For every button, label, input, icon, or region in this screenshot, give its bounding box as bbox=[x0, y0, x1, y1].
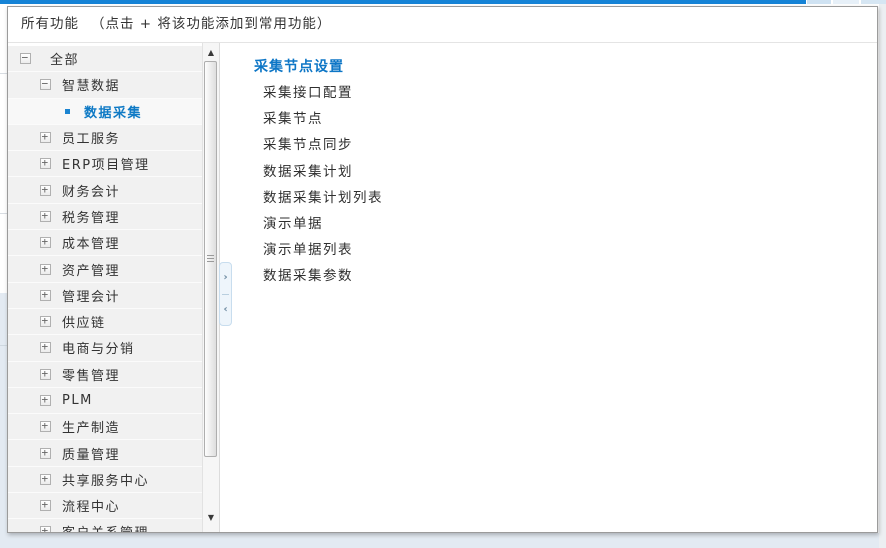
background-divider bbox=[0, 345, 7, 346]
expand-toggle-icon[interactable]: + bbox=[40, 211, 51, 222]
tree-scrollbar[interactable]: ▲ ▼ bbox=[202, 43, 219, 532]
tree-item-label: 生产制造 bbox=[62, 417, 120, 436]
expand-toggle-icon[interactable]: + bbox=[40, 132, 51, 143]
tree-item-label: 数据采集 bbox=[84, 102, 142, 121]
scroll-thumb[interactable] bbox=[204, 61, 217, 457]
tree-item-label: 共享服务中心 bbox=[62, 470, 149, 489]
feature-list: 采集接口配置采集节点采集节点同步数据采集计划数据采集计划列表演示单据演示单据列表… bbox=[254, 80, 857, 290]
tree-item[interactable]: − 智慧数据 bbox=[8, 72, 202, 98]
expand-toggle-icon[interactable]: + bbox=[40, 342, 51, 353]
tree-item-label: 全部 bbox=[50, 49, 79, 68]
tree-item[interactable]: + 资产管理 bbox=[8, 256, 202, 282]
tree-item[interactable]: + 客户关系管理 bbox=[8, 519, 202, 532]
feature-link[interactable]: 演示单据 bbox=[254, 211, 857, 237]
feature-link[interactable]: 演示单据列表 bbox=[254, 237, 857, 263]
expand-toggle-icon[interactable]: + bbox=[40, 500, 51, 511]
feature-link[interactable]: 采集节点同步 bbox=[254, 132, 857, 158]
chevron-left-icon[interactable]: ‹ bbox=[220, 295, 231, 326]
leaf-bullet-icon bbox=[65, 109, 70, 114]
tree-item-label: 流程中心 bbox=[62, 496, 120, 515]
expand-toggle-icon[interactable]: + bbox=[40, 395, 51, 406]
expand-toggle-icon[interactable]: − bbox=[40, 79, 51, 90]
tree-item[interactable]: + 流程中心 bbox=[8, 493, 202, 519]
feature-link[interactable]: 数据采集计划列表 bbox=[254, 185, 857, 211]
all-features-dialog: 所有功能 （点击 + 将该功能添加到常用功能） − 全部 − 智慧数据 数据采集 … bbox=[7, 6, 878, 533]
tree-item[interactable]: 数据采集 bbox=[8, 99, 202, 125]
tree-item-label: 智慧数据 bbox=[62, 75, 120, 94]
tree-item-label: ERP项目管理 bbox=[62, 154, 150, 173]
feature-link[interactable]: 数据采集计划 bbox=[254, 159, 857, 185]
tree-item[interactable]: − 全部 bbox=[8, 46, 202, 72]
expand-toggle-icon[interactable]: + bbox=[40, 421, 51, 432]
tree-item[interactable]: + 共享服务中心 bbox=[8, 467, 202, 493]
dialog-body: − 全部 − 智慧数据 数据采集 + 员工服务 + ERP项目管理 + 财务会计… bbox=[8, 43, 877, 532]
tree-item[interactable]: + ERP项目管理 bbox=[8, 151, 202, 177]
expand-toggle-icon[interactable]: + bbox=[40, 474, 51, 485]
tree-item[interactable]: + 财务会计 bbox=[8, 177, 202, 203]
dialog-header: 所有功能 （点击 + 将该功能添加到常用功能） bbox=[8, 7, 877, 43]
expand-toggle-icon[interactable]: + bbox=[40, 237, 51, 248]
tree-item[interactable]: + 生产制造 bbox=[8, 414, 202, 440]
tree-item[interactable]: + 税务管理 bbox=[8, 204, 202, 230]
expand-toggle-icon[interactable]: + bbox=[40, 290, 51, 301]
tree-item-label: 成本管理 bbox=[62, 233, 120, 252]
tree-item[interactable]: + 质量管理 bbox=[8, 440, 202, 466]
background-tab bbox=[807, 0, 831, 4]
tree-item-label: 员工服务 bbox=[62, 128, 120, 147]
tree-item-label: 电商与分销 bbox=[62, 338, 135, 357]
tree-item-label: 质量管理 bbox=[62, 444, 120, 463]
scroll-thumb-grip-icon bbox=[207, 255, 214, 263]
expand-toggle-icon[interactable]: + bbox=[40, 158, 51, 169]
background-divider bbox=[0, 213, 7, 214]
expand-toggle-icon[interactable]: + bbox=[40, 264, 51, 275]
tree-item[interactable]: + 成本管理 bbox=[8, 230, 202, 256]
tree-item-label: 客户关系管理 bbox=[62, 522, 149, 532]
dialog-title: 所有功能 bbox=[21, 16, 79, 32]
scroll-down-icon[interactable]: ▼ bbox=[203, 510, 219, 526]
tree-item-label: 零售管理 bbox=[62, 365, 120, 384]
chevron-right-icon[interactable]: › bbox=[220, 263, 231, 294]
expand-toggle-icon[interactable]: + bbox=[40, 526, 51, 532]
feature-list-panel: 采集节点设置 采集接口配置采集节点采集节点同步数据采集计划数据采集计划列表演示单… bbox=[220, 43, 877, 532]
dialog-hint: （点击 + 将该功能添加到常用功能） bbox=[91, 16, 331, 32]
expand-toggle-icon[interactable]: + bbox=[40, 316, 51, 327]
tree-item-label: 供应链 bbox=[62, 312, 106, 331]
feature-link[interactable]: 数据采集参数 bbox=[254, 263, 857, 289]
feature-link[interactable]: 采集节点 bbox=[254, 106, 857, 132]
tree-item[interactable]: + 管理会计 bbox=[8, 283, 202, 309]
background-page-strip bbox=[0, 533, 886, 548]
tree-item[interactable]: + 员工服务 bbox=[8, 125, 202, 151]
feature-link[interactable]: 采集接口配置 bbox=[254, 80, 857, 106]
tree-item[interactable]: + 零售管理 bbox=[8, 362, 202, 388]
tree-item[interactable]: + 电商与分销 bbox=[8, 335, 202, 361]
expand-toggle-icon[interactable]: + bbox=[40, 369, 51, 380]
tree-item-label: 资产管理 bbox=[62, 260, 120, 279]
background-page-strip bbox=[879, 4, 886, 548]
background-divider bbox=[0, 73, 7, 74]
expand-toggle-icon[interactable]: − bbox=[20, 53, 31, 64]
feature-tree-panel: − 全部 − 智慧数据 数据采集 + 员工服务 + ERP项目管理 + 财务会计… bbox=[8, 43, 220, 532]
tree-item-label: 财务会计 bbox=[62, 181, 120, 200]
tree-item-label: 管理会计 bbox=[62, 286, 120, 305]
expand-toggle-icon[interactable]: + bbox=[40, 448, 51, 459]
feature-group-title[interactable]: 采集节点设置 bbox=[254, 56, 857, 76]
background-topbar bbox=[0, 0, 806, 4]
panel-collapse-control[interactable]: › ‹ bbox=[219, 262, 232, 326]
expand-toggle-icon[interactable]: + bbox=[40, 185, 51, 196]
feature-tree: − 全部 − 智慧数据 数据采集 + 员工服务 + ERP项目管理 + 财务会计… bbox=[8, 43, 202, 532]
tree-item[interactable]: + PLM bbox=[8, 388, 202, 414]
scroll-up-icon[interactable]: ▲ bbox=[203, 45, 219, 61]
tree-item-label: 税务管理 bbox=[62, 207, 120, 226]
tree-item[interactable]: + 供应链 bbox=[8, 309, 202, 335]
tree-item-label: PLM bbox=[62, 393, 93, 408]
background-page-strip bbox=[0, 293, 7, 548]
background-tab bbox=[833, 0, 859, 4]
